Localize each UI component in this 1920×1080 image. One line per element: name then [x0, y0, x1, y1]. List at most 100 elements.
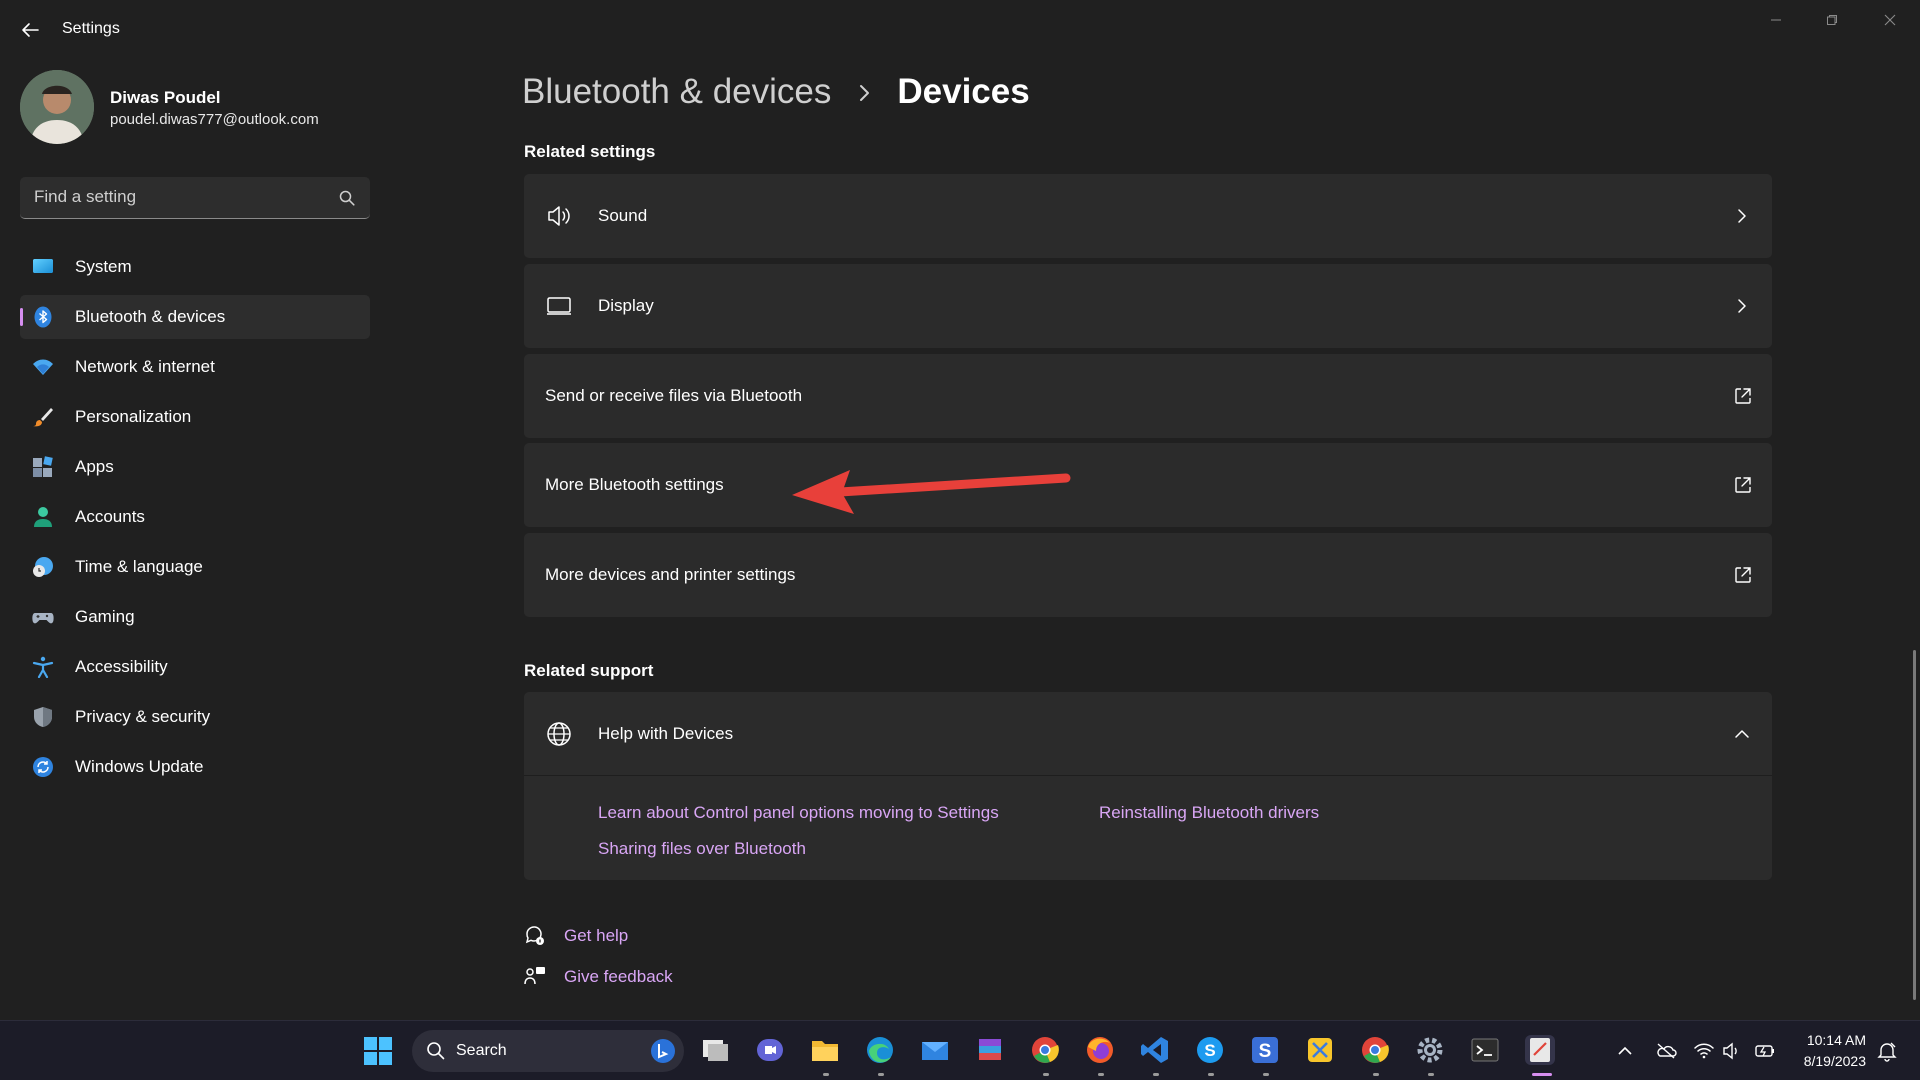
bing-icon[interactable]	[650, 1038, 676, 1069]
sidebar-item-accounts[interactable]: Accounts	[20, 495, 370, 539]
restore-icon	[1827, 15, 1837, 25]
sidebar-item-label: Apps	[75, 457, 114, 476]
teams-chat-icon[interactable]	[755, 1035, 785, 1065]
task-view-icon[interactable]	[700, 1035, 730, 1065]
avatar[interactable]	[20, 70, 94, 144]
volume-icon[interactable]	[1721, 1040, 1743, 1062]
file-explorer-icon[interactable]	[810, 1035, 840, 1065]
feedback-icon	[523, 964, 547, 988]
edge-icon[interactable]	[865, 1035, 895, 1065]
send-receive-bluetooth-files-card[interactable]: Send or receive files via Bluetooth	[524, 354, 1772, 438]
page-title: Devices	[897, 72, 1030, 111]
help-link-reinstall-drivers[interactable]: Reinstalling Bluetooth drivers	[1099, 803, 1319, 823]
sublime-app-icon[interactable]: S	[1250, 1035, 1280, 1065]
sidebar-item-label: System	[75, 257, 132, 276]
windows-start-icon[interactable]	[364, 1037, 392, 1065]
red-arrow-annotation	[780, 460, 1080, 520]
avatar-photo-icon	[20, 70, 94, 144]
sidebar-item-bluetooth-devices[interactable]: Bluetooth & devices	[20, 295, 370, 339]
chrome-icon[interactable]	[1030, 1035, 1060, 1065]
scrollbar[interactable]	[1913, 650, 1916, 1000]
more-bluetooth-settings-card[interactable]: More Bluetooth settings	[524, 443, 1772, 527]
update-icon	[32, 756, 54, 778]
sidebar-item-privacy-security[interactable]: Privacy & security	[20, 695, 370, 739]
notification-bell-icon[interactable]	[1876, 1040, 1898, 1062]
sidebar-item-apps[interactable]: Apps	[20, 445, 370, 489]
clock-time[interactable]: 10:14 AM	[1800, 1032, 1866, 1048]
more-devices-printer-settings-card[interactable]: More devices and printer settings	[524, 533, 1772, 617]
card-label: More devices and printer settings	[545, 565, 796, 584]
sidebar-item-system[interactable]: System	[20, 245, 370, 289]
close-icon	[1884, 14, 1896, 26]
chrome-profile-icon[interactable]	[1360, 1035, 1390, 1065]
winrar-icon[interactable]	[975, 1035, 1005, 1065]
person-icon	[32, 506, 54, 528]
card-label: More Bluetooth settings	[545, 475, 724, 494]
sidebar-item-label: Time & language	[75, 557, 203, 576]
sidebar-item-windows-update[interactable]: Windows Update	[20, 745, 370, 789]
wifi-icon[interactable]	[1693, 1040, 1715, 1062]
onedrive-icon[interactable]	[1655, 1040, 1677, 1062]
user-name: Diwas Poudel	[110, 88, 221, 107]
snip-sketch-icon[interactable]	[1525, 1035, 1555, 1065]
running-indicator	[878, 1073, 884, 1076]
apps-icon	[32, 456, 54, 478]
card-label: Send or receive files via Bluetooth	[545, 386, 803, 405]
get-help-link[interactable]: Get help	[564, 926, 628, 946]
terminal-icon[interactable]	[1470, 1035, 1500, 1065]
search-icon	[426, 1041, 446, 1066]
sidebar-item-gaming[interactable]: Gaming	[20, 595, 370, 639]
sidebar-item-personalization[interactable]: Personalization	[20, 395, 370, 439]
title-bar: Settings	[0, 0, 1920, 60]
help-link-sharing-files[interactable]: Sharing files over Bluetooth	[598, 839, 806, 859]
breadcrumb-parent[interactable]: Bluetooth & devices	[522, 72, 831, 112]
related-support-heading: Related support	[524, 661, 654, 680]
clock-date[interactable]: 8/19/2023	[1792, 1053, 1866, 1069]
external-link-icon	[1734, 476, 1752, 494]
firefox-icon[interactable]	[1085, 1035, 1115, 1065]
shield-icon	[32, 706, 54, 728]
sidebar-item-label: Privacy & security	[75, 707, 211, 726]
chevron-up-icon[interactable]	[1614, 1040, 1636, 1062]
chevron-right-icon	[1734, 208, 1750, 224]
active-app-indicator	[1532, 1073, 1552, 1076]
running-indicator	[1043, 1073, 1049, 1076]
speaker-icon	[546, 203, 572, 229]
mail-icon[interactable]	[920, 1035, 950, 1065]
taskbar: Search S S 10:14 AM 8/19/2023	[0, 1020, 1920, 1080]
skype-icon[interactable]: S	[1195, 1035, 1225, 1065]
accessibility-icon	[32, 656, 54, 679]
battery-icon[interactable]	[1754, 1040, 1776, 1062]
running-indicator	[1428, 1073, 1434, 1076]
maximize-button[interactable]	[1810, 6, 1854, 34]
running-indicator	[1263, 1073, 1269, 1076]
snipping-tool-icon[interactable]	[1305, 1035, 1335, 1065]
minimize-button[interactable]	[1754, 6, 1798, 34]
brush-icon	[32, 406, 54, 428]
help-link-control-panel[interactable]: Learn about Control panel options moving…	[598, 803, 999, 823]
display-card[interactable]: Display	[524, 264, 1772, 348]
vscode-icon[interactable]	[1140, 1035, 1170, 1065]
search-input[interactable]	[20, 177, 330, 217]
sidebar-item-time-language[interactable]: Time & language	[20, 545, 370, 589]
related-settings-heading: Related settings	[524, 142, 656, 161]
search-icon[interactable]	[338, 189, 356, 207]
gamepad-icon	[32, 606, 54, 628]
bluetooth-icon	[32, 306, 54, 328]
sidebar-item-label: Bluetooth & devices	[75, 307, 226, 326]
app-title: Settings	[62, 20, 120, 37]
taskbar-search-label: Search	[456, 1042, 507, 1059]
sidebar-item-accessibility[interactable]: Accessibility	[20, 645, 370, 689]
running-indicator	[1373, 1073, 1379, 1076]
give-feedback-link[interactable]: Give feedback	[564, 967, 673, 987]
settings-gear-icon[interactable]	[1415, 1035, 1445, 1065]
external-link-icon	[1734, 566, 1752, 584]
back-button[interactable]	[18, 18, 42, 42]
help-with-devices-header[interactable]: Help with Devices	[524, 692, 1772, 776]
close-button[interactable]	[1868, 6, 1912, 34]
sidebar-item-label: Personalization	[75, 407, 192, 426]
sidebar-item-network-internet[interactable]: Network & internet	[20, 345, 370, 389]
svg-text:S: S	[1259, 1041, 1272, 1062]
taskbar-search[interactable]: Search	[412, 1030, 684, 1072]
sound-card[interactable]: Sound	[524, 174, 1772, 258]
